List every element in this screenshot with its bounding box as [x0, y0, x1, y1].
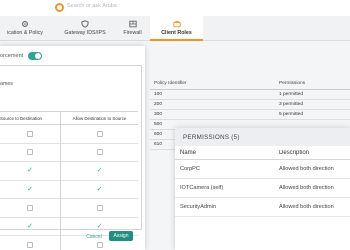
destination-to-source-cell: ✓ [60, 180, 138, 198]
direction-grid: Source to Destination Allow Destination … [0, 111, 138, 250]
search-input[interactable]: Search or ask Aruba [67, 3, 117, 9]
destination-to-source-cell [60, 143, 138, 161]
permissions-header: Name Description [175, 146, 350, 160]
grid-header: Source to Destination Allow Destination … [0, 112, 138, 125]
tab-application-policy[interactable]: ication & Policy [0, 16, 50, 41]
policy-id: 200 [154, 102, 163, 107]
policy-permissions: 3 permitted [279, 102, 303, 107]
tab-label: Firewall [123, 30, 142, 36]
checkbox[interactable] [27, 130, 33, 137]
checkbox[interactable] [96, 241, 103, 248]
grid-row [0, 199, 138, 218]
checkbox[interactable] [27, 149, 33, 156]
column-header-name[interactable]: Name [175, 150, 279, 156]
checkmark-icon[interactable]: ✓ [97, 223, 103, 230]
column-header-permissions[interactable]: Permissions [275, 81, 350, 86]
source-to-destination-cell [0, 199, 60, 217]
aruba-logo-icon [55, 3, 64, 12]
destination-to-source-cell [60, 199, 138, 217]
table-row[interactable]: 200 3 permitted [150, 100, 350, 110]
checkmark-icon[interactable]: ✓ [97, 186, 103, 193]
permissions-panel: PERMISSIONS (5) Name Description CorpPC … [175, 128, 350, 250]
checkbox[interactable] [96, 204, 103, 211]
source-to-destination-cell [0, 236, 60, 250]
permission-row[interactable]: CorpPC Allowed both direction [175, 160, 350, 179]
grid-row: ✓ ✓ [0, 162, 138, 181]
checkmark-icon[interactable]: ✓ [27, 167, 33, 174]
permission-name: IOTCamera (self) [180, 185, 224, 191]
assign-button[interactable]: Assign [109, 231, 133, 241]
source-to-destination-cell [0, 144, 60, 162]
column-header-description[interactable]: Description [279, 150, 350, 156]
names-label: ames [0, 81, 13, 87]
tab-gateway-ids-ips[interactable]: Gateway IDS/IPS [55, 16, 115, 41]
permission-description: Allowed both direction [279, 185, 334, 191]
policy-id: 100 [154, 92, 163, 97]
policy-permissions: 5 permitted [279, 112, 303, 117]
source-to-destination-cell: ✓ [0, 218, 60, 236]
tab-label: ication & Policy [7, 30, 43, 36]
column-header-source-to-destination: Source to Destination [0, 115, 42, 121]
grid-row: ✓ ✓ [0, 180, 138, 199]
policy-id: 500 [154, 122, 163, 127]
permission-name: CorpPC [180, 166, 200, 172]
shield-icon [81, 20, 89, 28]
table-row[interactable]: 100 1 permitted [150, 90, 350, 100]
checkbox[interactable] [27, 241, 33, 248]
checkmark-icon[interactable]: ✓ [97, 167, 103, 174]
checkmark-icon[interactable]: ✓ [27, 186, 33, 193]
source-to-destination-cell: ✓ [0, 162, 60, 180]
table-row[interactable]: 300 5 permitted [150, 110, 350, 120]
policy-permissions: 1 permitted [279, 92, 303, 97]
column-header-policy-identifier[interactable]: Policy Identifier [150, 81, 275, 86]
permission-description: Allowed both direction [279, 166, 334, 172]
assign-permissions-modal: orcement ames Source to Destination Allo… [0, 46, 145, 250]
checkmark-icon[interactable]: ✓ [27, 223, 33, 230]
top-search-bar: Search or ask Aruba [0, 0, 350, 16]
tab-bar: ication & Policy Gateway IDS/IPS Firewal… [0, 16, 350, 41]
checkbox[interactable] [96, 149, 103, 156]
permissions-title: PERMISSIONS (5) [175, 128, 350, 146]
cancel-button[interactable]: Cancel [83, 232, 105, 241]
source-to-destination-cell: ✓ [0, 181, 60, 199]
enforcement-label: orcement [0, 53, 24, 59]
policy-id: 300 [154, 112, 163, 117]
tab-firewall[interactable]: Firewall [115, 16, 150, 41]
grid-row [0, 125, 138, 144]
permission-description: Allowed both direction [279, 204, 334, 210]
firewall-icon [128, 20, 137, 28]
briefcase-icon [172, 21, 181, 28]
tab-client-roles[interactable]: Client Roles [150, 16, 203, 41]
gear-icon [22, 21, 28, 27]
destination-to-source-cell [60, 125, 138, 143]
tab-label: Client Roles [161, 30, 192, 36]
enforcement-toggle[interactable] [28, 52, 42, 60]
grid-row [0, 143, 138, 162]
checkbox[interactable] [96, 130, 103, 137]
destination-to-source-cell: ✓ [60, 162, 138, 180]
permissions-grid-panel: ames Source to Destination Allow Destina… [0, 65, 142, 250]
source-to-destination-cell [0, 125, 60, 143]
permission-name: SecurityAdmin [180, 204, 217, 210]
tab-label: Gateway IDS/IPS [64, 30, 106, 36]
permission-row[interactable]: IOTCamera (self) Allowed both direction [175, 179, 350, 198]
table-header: Policy Identifier Permissions [150, 78, 350, 90]
column-header-destination-to-source: Allow Destination to Source [60, 112, 138, 124]
checkbox[interactable] [27, 204, 33, 211]
permission-row[interactable]: SecurityAdmin Allowed both direction [175, 198, 350, 217]
